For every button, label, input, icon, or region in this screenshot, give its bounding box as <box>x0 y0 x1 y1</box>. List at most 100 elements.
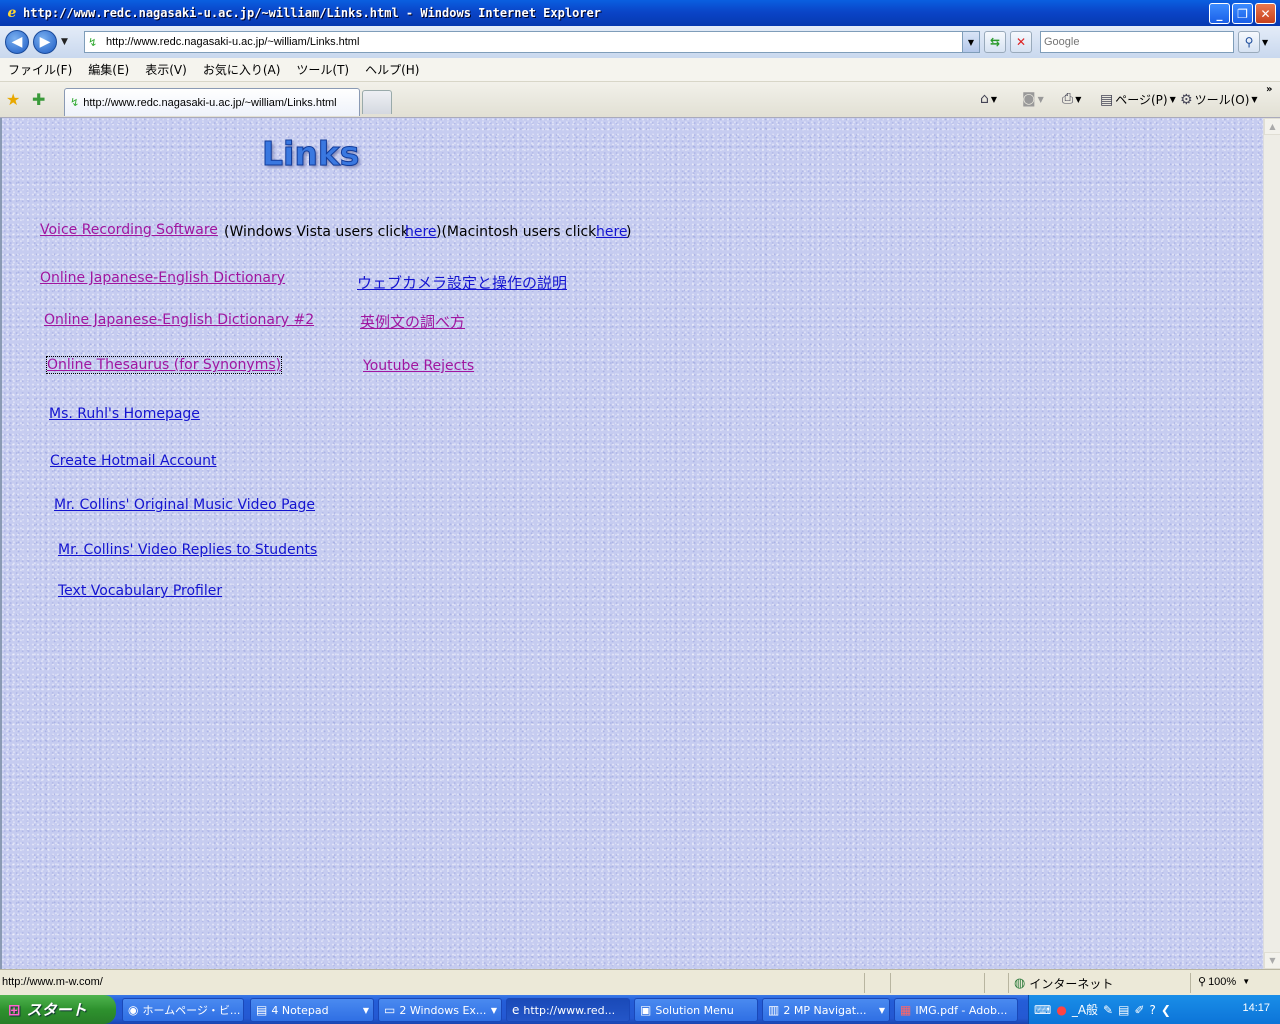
mp-navigator-icon: ▥ <box>768 1003 780 1017</box>
menu-edit[interactable]: 編集(E) <box>80 61 137 78</box>
add-favorite-icon[interactable]: ✚ <box>32 90 45 109</box>
minimize-button[interactable]: _ <box>1209 3 1230 24</box>
voice-recording-link[interactable]: Voice Recording Software <box>40 222 218 238</box>
help-icon[interactable]: ? <box>1150 1003 1156 1017</box>
mac-instructions-close: ) <box>626 224 632 240</box>
ie-logo-icon: e <box>512 1003 520 1017</box>
thesaurus-link[interactable]: Online Thesaurus (for Synonyms) <box>45 356 283 374</box>
vista-instructions-text: (Windows Vista users click <box>224 224 409 240</box>
pen-icon[interactable]: ✐ <box>1134 1003 1144 1017</box>
globe-icon: ◍ <box>1014 976 1026 991</box>
example-sentences-link[interactable]: 英例文の調べ方 <box>360 311 465 332</box>
magnifier-icon: ⚲ <box>1198 976 1207 988</box>
vertical-scrollbar[interactable]: ▲ ▼ <box>1263 118 1280 969</box>
vocabulary-profiler-link[interactable]: Text Vocabulary Profiler <box>58 583 222 599</box>
page-viewport: Links Voice Recording Software (Windows … <box>0 118 1263 969</box>
page-menu-button[interactable]: ▤ ページ(P) ▼ <box>1100 91 1176 108</box>
refresh-button[interactable]: ⇆ <box>984 31 1006 53</box>
task-solution-menu[interactable]: ▣ Solution Menu <box>634 998 758 1022</box>
scroll-down-icon[interactable]: ▼ <box>1264 952 1280 969</box>
zoom-control[interactable]: ⚲ 100% ▼ <box>1198 975 1250 989</box>
hotmail-account-link[interactable]: Create Hotmail Account <box>50 453 217 469</box>
dictionary-2-link[interactable]: Online Japanese-English Dictionary #2 <box>44 312 314 328</box>
chevron-icon[interactable]: » <box>1266 84 1272 95</box>
menu-tools[interactable]: ツール(T) <box>288 61 357 78</box>
home-button[interactable]: ⌂ ▼ <box>980 91 997 107</box>
page-menu-label: ページ(P) <box>1115 93 1168 107</box>
title-bar: e http://www.redc.nagasaki-u.ac.jp/~will… <box>0 0 1280 26</box>
vista-here-link[interactable]: here <box>405 224 437 240</box>
keyboard-icon[interactable]: ⌨ <box>1034 1003 1051 1017</box>
page-icon: ↯ <box>88 35 98 49</box>
tools-menu-label: ツール(O) <box>1194 93 1250 107</box>
ime-icon[interactable]: ● <box>1056 1003 1066 1017</box>
back-button[interactable]: ◀ <box>5 30 29 54</box>
task-mp-navigator[interactable]: ▥ 2 MP Navigat... ▼ <box>762 998 890 1022</box>
page-icon: ↯ <box>70 96 80 109</box>
menu-help[interactable]: ヘルプ(H) <box>357 61 427 78</box>
task-internet-explorer[interactable]: e http://www.red... <box>506 998 630 1022</box>
page-heading: Links <box>261 134 360 174</box>
menu-view[interactable]: 表示(V) <box>137 61 195 78</box>
status-bar: http://www.m-w.com/ ◍ インターネット ⚲ 100% ▼ <box>0 969 1280 995</box>
zoom-dropdown-icon[interactable]: ▼ <box>1242 977 1250 986</box>
dictionary-link[interactable]: Online Japanese-English Dictionary <box>40 270 285 286</box>
ruhl-homepage-link[interactable]: Ms. Ruhl's Homepage <box>49 406 200 422</box>
address-toolbar: ◀ ▶ ▼ ↯ http://www.redc.nagasaki-u.ac.jp… <box>0 26 1280 58</box>
address-field[interactable]: ↯ http://www.redc.nagasaki-u.ac.jp/~will… <box>84 31 980 53</box>
homepage-builder-icon: ◉ <box>128 1003 139 1017</box>
search-input[interactable] <box>1041 32 1233 52</box>
favorites-star-icon[interactable]: ★ <box>6 90 20 109</box>
task-windows-explorer[interactable]: ▭ 2 Windows Ex... ▼ <box>378 998 502 1022</box>
task-homepage-builder[interactable]: ◉ ホームページ・ビ... <box>122 998 244 1022</box>
print-button[interactable]: ⎙ ▼ <box>1062 91 1081 107</box>
maximize-button[interactable]: ❐ <box>1232 3 1253 24</box>
new-tab-button[interactable] <box>362 90 392 114</box>
zone-label: インターネット <box>1029 977 1114 991</box>
window-controls: _ ❐ ✕ <box>1209 3 1276 24</box>
taskbar: ⊞ スタート ◉ ホームページ・ビ... ▤ 4 Notepad ▼ ▭ 2 W… <box>0 995 1280 1024</box>
clock: 14:17 <box>1242 1002 1270 1014</box>
zoom-level: 100% <box>1208 975 1237 988</box>
menu-bar: ファイル(F) 編集(E) 表示(V) お気に入り(A) ツール(T) ヘルプ(… <box>0 58 1280 82</box>
page-icon: ▤ <box>1100 91 1114 108</box>
music-video-page-link[interactable]: Mr. Collins' Original Music Video Page <box>54 497 315 513</box>
tools-menu-button[interactable]: ⚙ ツール(O) ▼ <box>1180 91 1258 108</box>
youtube-rejects-link[interactable]: Youtube Rejects <box>363 358 474 374</box>
system-tray: ⌨ ● _A般 ✎ ▤ ✐ ? ❮ 14:17 <box>1028 995 1280 1024</box>
menu-file[interactable]: ファイル(F) <box>0 61 80 78</box>
tab-bar: ★ ✚ ↯ http://www.redc.nagasaki-u.ac.jp/~… <box>0 82 1280 118</box>
address-dropdown-icon[interactable]: ▼ <box>962 32 979 52</box>
solution-menu-icon: ▣ <box>640 1003 652 1017</box>
scroll-up-icon[interactable]: ▲ <box>1264 118 1280 135</box>
ime-mode-text[interactable]: _A般 <box>1072 1001 1098 1018</box>
stop-button[interactable]: ✕ <box>1010 31 1032 53</box>
tab-label: http://www.redc.nagasaki-u.ac.jp/~willia… <box>83 96 337 109</box>
start-label: スタート <box>26 1001 87 1019</box>
task-adobe-pdf[interactable]: ▦ IMG.pdf - Adob... <box>894 998 1018 1022</box>
video-replies-link[interactable]: Mr. Collins' Video Replies to Students <box>58 542 317 558</box>
ie-logo-icon: e <box>7 5 17 21</box>
ime-tools-icon[interactable]: ✎ <box>1103 1003 1113 1017</box>
search-field[interactable] <box>1040 31 1234 53</box>
recent-pages-dropdown-icon[interactable]: ▼ <box>61 37 68 47</box>
address-url[interactable]: http://www.redc.nagasaki-u.ac.jp/~willia… <box>106 36 359 48</box>
folder-icon: ▭ <box>384 1003 396 1017</box>
dictionary-tray-icon[interactable]: ▤ <box>1118 1003 1129 1017</box>
webcam-setup-link[interactable]: ウェブカメラ設定と操作の説明 <box>357 272 567 293</box>
search-icon[interactable]: ⚲ <box>1238 31 1260 53</box>
search-options-dropdown-icon[interactable]: ▼ <box>1262 38 1268 47</box>
tab-links-page[interactable]: ↯ http://www.redc.nagasaki-u.ac.jp/~will… <box>64 88 360 116</box>
expand-tray-icon[interactable]: ❮ <box>1161 1003 1171 1017</box>
security-zone[interactable]: ◍ インターネット <box>1014 975 1113 992</box>
task-notepad[interactable]: ▤ 4 Notepad ▼ <box>250 998 374 1022</box>
mac-here-link[interactable]: here <box>596 224 628 240</box>
rss-feed-icon: ◙ <box>1022 91 1036 107</box>
close-button[interactable]: ✕ <box>1255 3 1276 24</box>
forward-button[interactable]: ▶ <box>33 30 57 54</box>
pdf-icon: ▦ <box>900 1003 912 1017</box>
start-button[interactable]: ⊞ スタート <box>0 995 116 1024</box>
windows-flag-icon: ⊞ <box>8 1000 21 1019</box>
menu-favorites[interactable]: お気に入り(A) <box>195 61 289 78</box>
feeds-button[interactable]: ◙ ▼ <box>1022 91 1044 107</box>
